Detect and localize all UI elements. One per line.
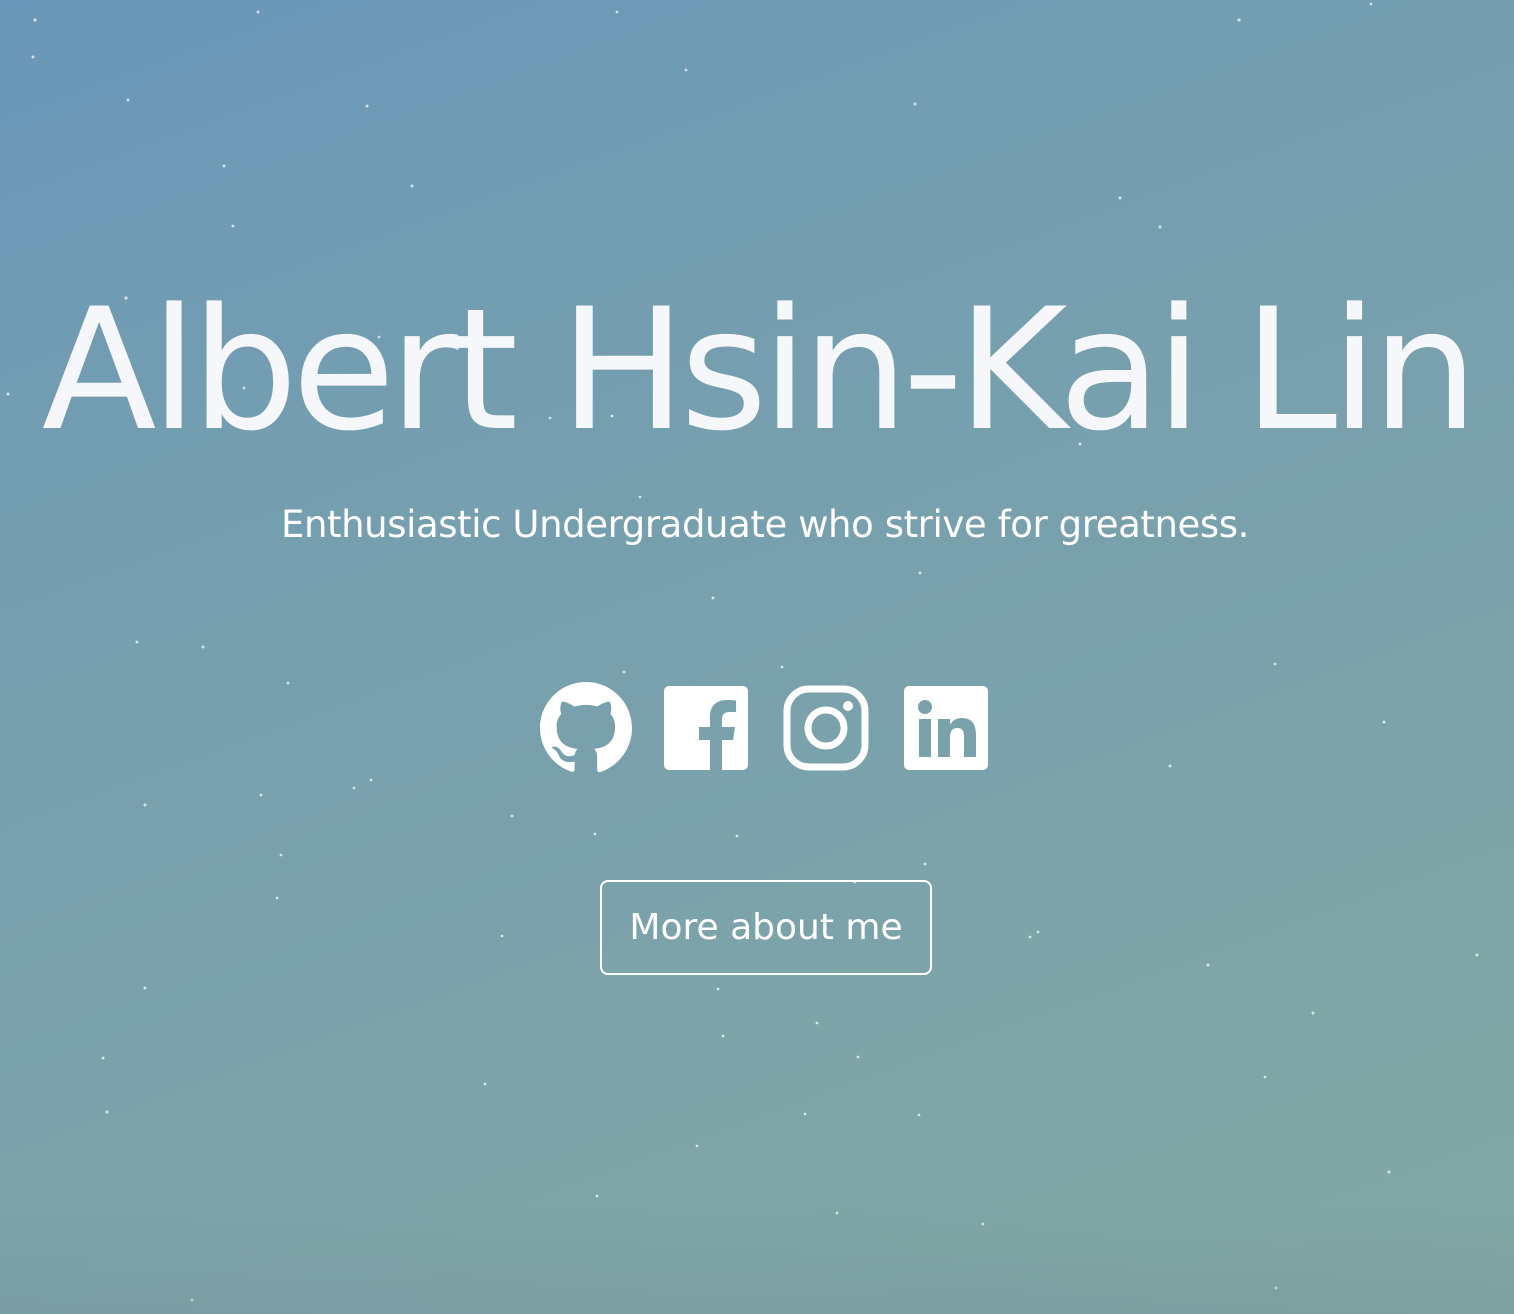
linkedin-icon: [904, 686, 988, 770]
instagram-icon: [783, 685, 869, 771]
bottom-shade: [0, 1204, 1514, 1314]
page-title: Albert Hsin-Kai Lin: [41, 272, 1479, 468]
linkedin-link[interactable]: [898, 680, 994, 776]
more-about-me-button[interactable]: More about me: [600, 880, 932, 975]
github-link[interactable]: [538, 680, 634, 776]
instagram-link[interactable]: [778, 680, 874, 776]
facebook-link[interactable]: [658, 680, 754, 776]
facebook-icon: [664, 686, 748, 770]
github-icon: [540, 682, 632, 773]
starfield-background: [6, 2, 1479, 1302]
social-links: [538, 680, 994, 776]
tagline: Enthusiastic Undergraduate who strive fo…: [281, 503, 1249, 546]
hero-section: Albert Hsin-Kai Lin Enthusiastic Undergr…: [0, 0, 1514, 1314]
